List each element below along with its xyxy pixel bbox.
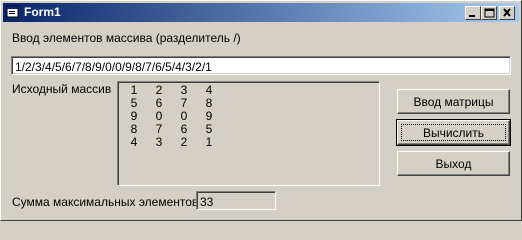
matrix-cell: 8 bbox=[130, 122, 138, 136]
result-value: 33 bbox=[200, 195, 214, 209]
matrix-cell: 5 bbox=[130, 96, 138, 110]
input-matrix-button-label: Ввод матрицы bbox=[413, 95, 494, 109]
matrix-label: Исходный массив bbox=[12, 82, 112, 96]
result-field: 33 bbox=[196, 191, 276, 210]
result-label: Сумма максимальных элементов bbox=[12, 195, 199, 209]
matrix-display: 1 2 3 4 5 6 7 8 9 0 0 9 8 7 6 5 4 3 2 1 bbox=[117, 81, 380, 186]
matrix-cell: 6 bbox=[155, 96, 163, 110]
close-button[interactable] bbox=[499, 6, 515, 20]
matrix-cell: 4 bbox=[205, 83, 213, 97]
minimize-icon bbox=[469, 15, 475, 17]
app-icon[interactable] bbox=[6, 5, 20, 19]
calculate-button-label: Вычислить bbox=[422, 126, 485, 140]
matrix-cell: 8 bbox=[205, 96, 213, 110]
input-matrix-button[interactable]: Ввод матрицы bbox=[397, 89, 510, 114]
calculate-button[interactable]: Вычислить bbox=[396, 119, 511, 146]
minimize-button[interactable] bbox=[465, 6, 481, 20]
matrix-cell: 1 bbox=[130, 83, 138, 97]
maximize-icon bbox=[484, 8, 495, 18]
exit-button[interactable]: Выход bbox=[397, 151, 510, 176]
matrix-cell: 2 bbox=[155, 83, 163, 97]
matrix-cell: 5 bbox=[205, 122, 213, 136]
array-input-value: 1/2/3/4/5/6/7/8/9/0/0/9/8/7/6/5/4/3/2/1 bbox=[15, 60, 212, 74]
matrix-cell: 4 bbox=[130, 135, 138, 149]
matrix-cell: 0 bbox=[155, 109, 163, 123]
matrix-cell: 1 bbox=[205, 135, 213, 149]
matrix-cell: 7 bbox=[180, 96, 188, 110]
matrix-cell: 2 bbox=[180, 135, 188, 149]
form-window: Form1 Ввод элементов массива (разделител… bbox=[0, 0, 522, 221]
matrix-cell: 7 bbox=[155, 122, 163, 136]
title-bar[interactable]: Form1 bbox=[3, 3, 519, 22]
window-title: Form1 bbox=[24, 5, 61, 19]
matrix-cell: 3 bbox=[155, 135, 163, 149]
matrix-cell: 6 bbox=[180, 122, 188, 136]
matrix-cell: 9 bbox=[130, 109, 138, 123]
array-input-field[interactable]: 1/2/3/4/5/6/7/8/9/0/0/9/8/7/6/5/4/3/2/1 bbox=[11, 56, 511, 75]
maximize-button[interactable] bbox=[481, 6, 497, 20]
matrix-cell: 0 bbox=[180, 109, 188, 123]
close-icon bbox=[503, 8, 511, 17]
exit-button-label: Выход bbox=[435, 157, 472, 171]
matrix-cell: 9 bbox=[205, 109, 213, 123]
matrix-cell: 3 bbox=[180, 83, 188, 97]
input-label: Ввод элементов массива (разделитель /) bbox=[12, 31, 241, 45]
